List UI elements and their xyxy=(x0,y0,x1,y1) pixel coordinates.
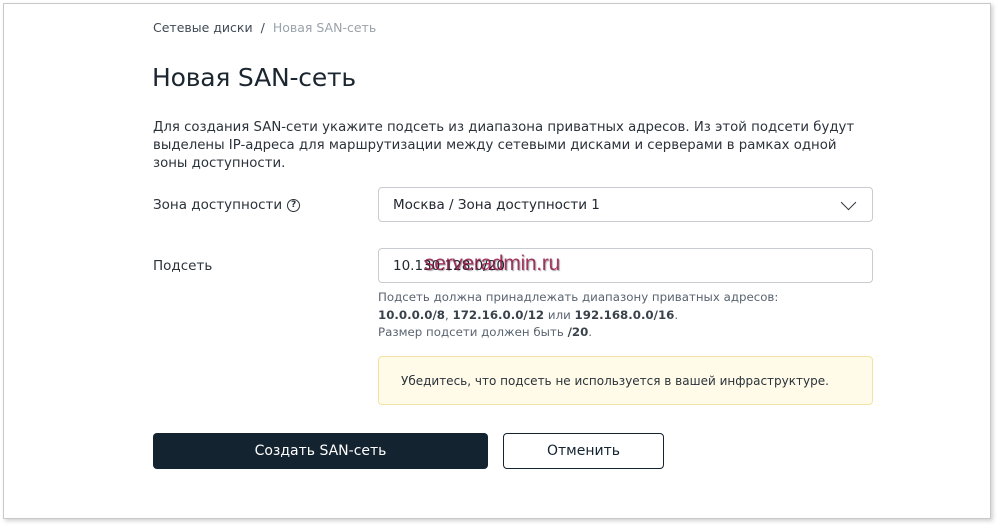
subnet-size-text: Размер подсети должен быть xyxy=(378,325,568,339)
warning-alert: Убедитесь, что подсеть не используется в… xyxy=(378,356,873,405)
chevron-down-icon xyxy=(840,194,857,210)
subnet-range-2: 172.16.0.0/12 xyxy=(452,307,545,322)
question-circle-icon[interactable]: ? xyxy=(287,198,301,212)
subnet-range-3: 192.168.0.0/16 xyxy=(574,307,675,322)
breadcrumb-current: Новая SAN-сеть xyxy=(272,20,377,35)
zone-select[interactable]: Москва / Зона доступности 1 xyxy=(378,187,873,222)
zone-label: Зона доступности xyxy=(153,197,283,213)
subnet-hint-line3: Размер подсети должен быть /20. xyxy=(378,324,778,342)
subnet-range-1: 10.0.0.0/8 xyxy=(378,307,446,322)
zone-select-value: Москва / Зона доступности 1 xyxy=(393,196,600,213)
subnet-hint-period: . xyxy=(674,307,679,322)
create-san-button[interactable]: Создать SAN-сеть xyxy=(153,433,488,469)
breadcrumb-network-disks-link[interactable]: Сетевые диски xyxy=(153,20,253,36)
subnet-hint-comma: , xyxy=(445,307,453,322)
subnet-label-row: Подсеть xyxy=(153,257,212,275)
page-title: Новая SAN-сеть xyxy=(152,63,356,92)
subnet-hint-period2: . xyxy=(588,325,593,339)
breadcrumb-separator: / xyxy=(260,20,265,35)
subnet-size-value: /20 xyxy=(567,325,589,339)
subnet-hint: Подсеть должна принадлежать диапазону пр… xyxy=(378,289,778,342)
zone-label-row: Зона доступности ? xyxy=(153,196,301,214)
page-description: Для создания SAN-сети укажите подсеть из… xyxy=(153,120,855,171)
subnet-label: Подсеть xyxy=(153,258,213,274)
subnet-hint-line1: Подсеть должна принадлежать диапазону пр… xyxy=(378,290,779,304)
subnet-hint-or: или xyxy=(544,307,575,322)
cancel-button[interactable]: Отменить xyxy=(503,433,664,469)
subnet-hint-line2: 10.0.0.0/8, 172.16.0.0/12 или 192.168.0.… xyxy=(378,307,778,325)
breadcrumb: Сетевые диски / Новая SAN-сеть xyxy=(153,20,376,36)
subnet-input[interactable] xyxy=(378,248,873,283)
warning-text: Убедитесь, что подсеть не используется в… xyxy=(401,373,829,388)
